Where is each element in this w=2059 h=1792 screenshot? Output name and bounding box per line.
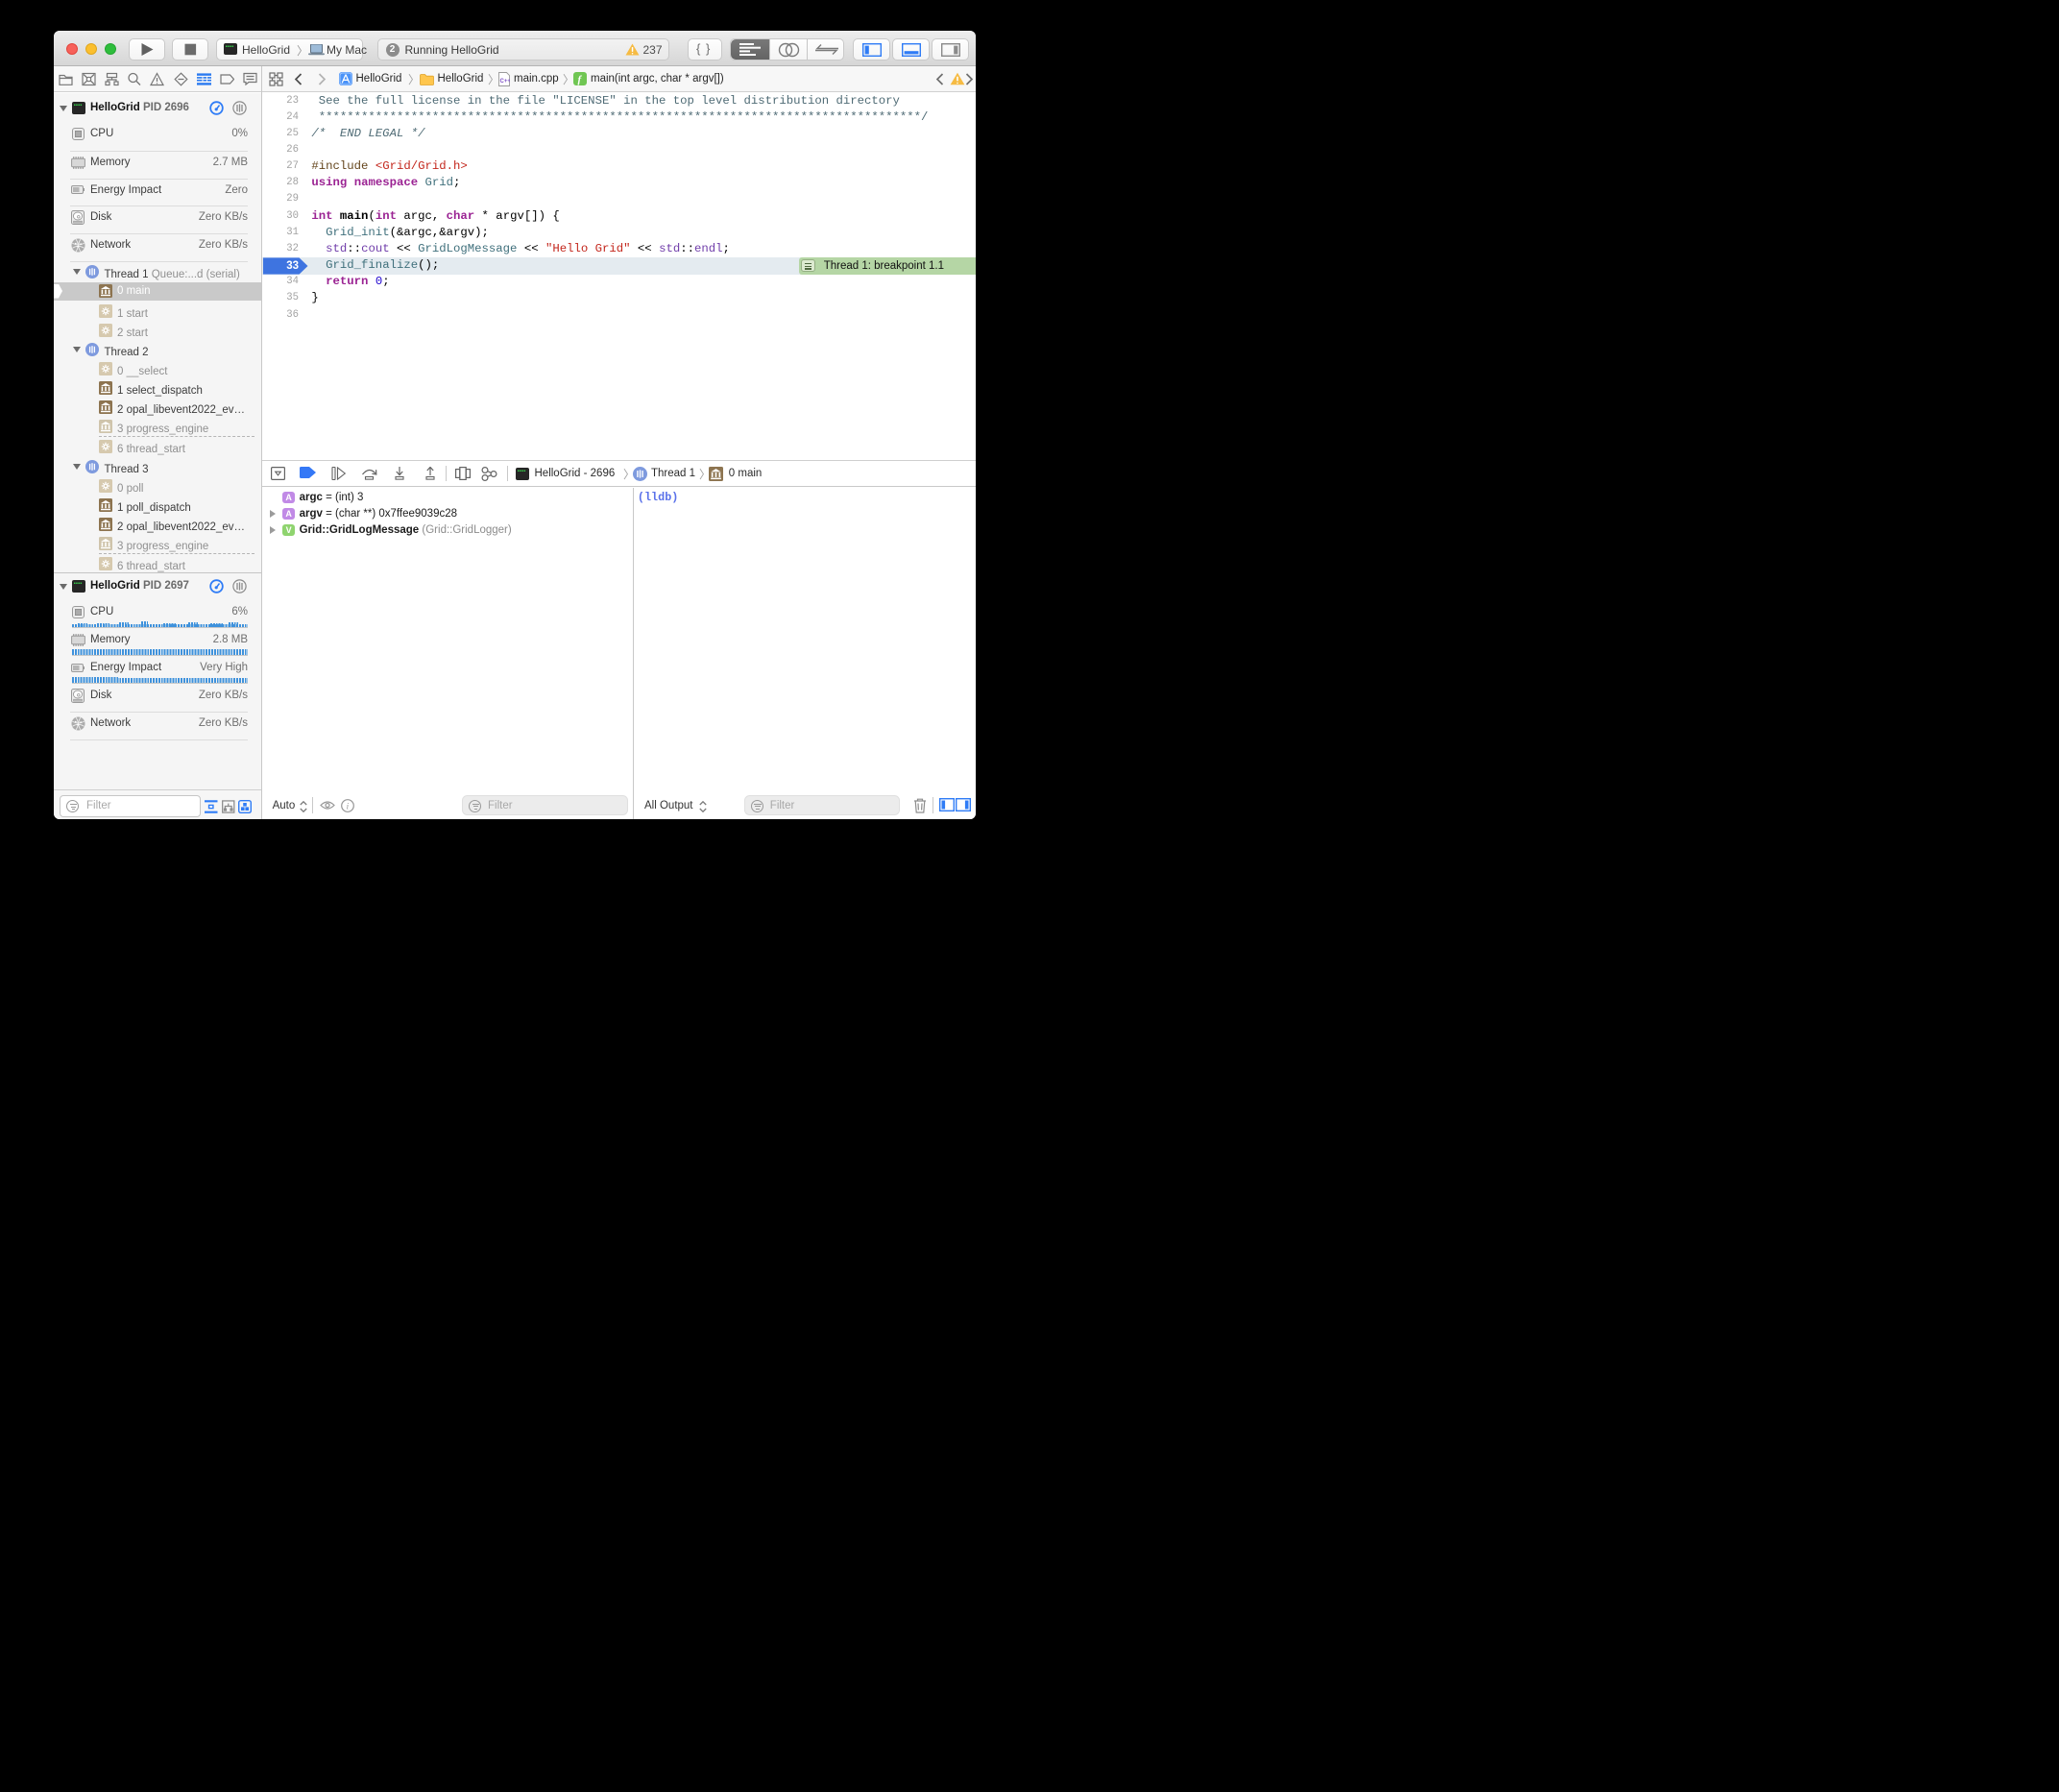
svg-text:i: i [346, 801, 349, 811]
svg-text:C++: C++ [499, 79, 510, 85]
